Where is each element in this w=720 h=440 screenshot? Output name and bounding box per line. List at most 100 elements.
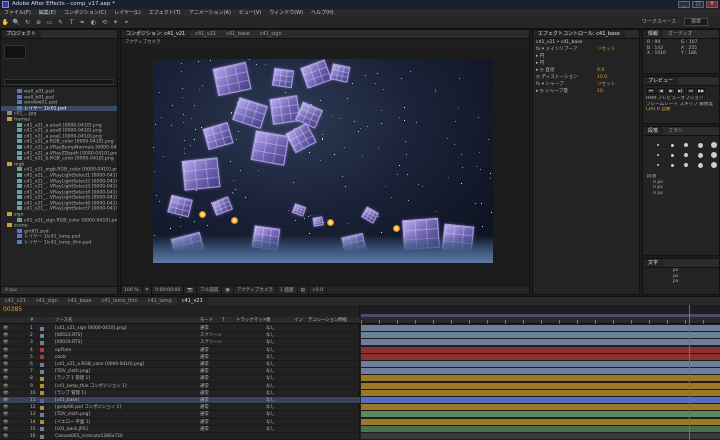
zoom-level-dropdown[interactable]: 100 % bbox=[121, 286, 143, 294]
brush-tip-icon[interactable] bbox=[711, 162, 717, 168]
menu-window[interactable]: ウィンドウ(W) bbox=[265, 10, 307, 16]
layer-name[interactable]: Canvas001_ccrecuto1280x720 bbox=[55, 433, 123, 439]
current-time-display[interactable]: 0:00:00:00 bbox=[152, 286, 185, 294]
clone-stamp-tool-icon[interactable]: ◐ bbox=[89, 18, 98, 27]
layer-parent[interactable]: なし bbox=[266, 411, 275, 417]
layer-mode[interactable]: 通常 bbox=[200, 375, 209, 381]
visibility-eye-icon[interactable]: 👁 bbox=[3, 361, 9, 367]
layer-row[interactable]: 👁 16 Canvas001_ccrecuto1280x720 bbox=[0, 433, 360, 440]
label-color-swatch[interactable] bbox=[40, 340, 44, 345]
effect-property-row[interactable]: fx ▾ シャープ リセット bbox=[533, 81, 639, 88]
layer-row[interactable]: 👁 3 [00029.RTS] スクリーン なし bbox=[0, 339, 360, 347]
visibility-eye-icon[interactable]: 👁 bbox=[3, 347, 9, 353]
project-search-input[interactable] bbox=[4, 79, 114, 85]
layer-name[interactable]: opFlare bbox=[55, 347, 71, 353]
brush-tip-icon[interactable] bbox=[670, 153, 674, 157]
layer-duration-bar[interactable] bbox=[361, 397, 720, 403]
menu-animation[interactable]: アニメーション(A) bbox=[185, 10, 235, 16]
effect-property-row[interactable]: ▸ ◷ 直径 0.0 bbox=[533, 67, 639, 74]
region-of-interest-icon[interactable]: ▣ bbox=[222, 286, 234, 294]
tab-project[interactable]: プロジェクト bbox=[1, 30, 42, 38]
hand-tool-icon[interactable]: ✋ bbox=[1, 18, 10, 27]
layer-mode[interactable]: 通常 bbox=[200, 354, 209, 360]
resolution-dropdown[interactable]: フル画質 bbox=[197, 286, 223, 294]
menu-effect[interactable]: エフェクト(T) bbox=[145, 10, 185, 16]
maximize-button[interactable]: □ bbox=[692, 1, 704, 8]
layer-number[interactable]: 13 bbox=[30, 411, 36, 417]
visibility-eye-icon[interactable]: 👁 bbox=[3, 354, 9, 360]
layer-name[interactable]: [c41_v21_a.RGB_color [0000-0410].png] bbox=[55, 361, 144, 367]
timeline-tab[interactable]: c41_sign bbox=[31, 297, 63, 305]
effect-property-row[interactable]: ◷ ディストーション 10.0 bbox=[533, 74, 639, 81]
layer-duration-bar[interactable] bbox=[361, 411, 720, 418]
tab-comp-c41-base[interactable]: c41_base bbox=[221, 30, 255, 38]
layer-parent[interactable]: なし bbox=[266, 347, 275, 353]
close-button[interactable]: × bbox=[706, 1, 718, 8]
layer-mode[interactable]: 通常 bbox=[200, 361, 209, 367]
camera-view-dropdown[interactable]: アクティブカメラ bbox=[234, 286, 278, 294]
layer-parent[interactable]: なし bbox=[266, 332, 275, 338]
transparency-grid-icon[interactable]: ▤ bbox=[298, 286, 309, 294]
column-source-name[interactable]: ソース名 bbox=[55, 317, 72, 323]
layer-number[interactable]: 12 bbox=[30, 404, 36, 410]
brush-tip-icon[interactable] bbox=[670, 163, 674, 167]
layer-duration-bar[interactable] bbox=[361, 382, 720, 389]
exposure-value[interactable]: +0.0 bbox=[309, 286, 328, 294]
layer-number[interactable]: 16 bbox=[30, 433, 36, 439]
layer-row[interactable]: 👁 6 [c41_v21_a.RGB_color [0000-0410].png] 通… bbox=[0, 361, 360, 369]
label-color-swatch[interactable] bbox=[40, 434, 44, 439]
visibility-eye-icon[interactable]: 👁 bbox=[3, 339, 9, 345]
layer-parent[interactable]: なし bbox=[266, 339, 275, 345]
layer-name[interactable]: [gridp00.psd コンポジション 1] bbox=[55, 404, 121, 410]
project-item[interactable]: レイヤー 1/c41_lamp_thin.psd bbox=[1, 240, 117, 246]
layer-name[interactable]: [TDV_cloth.png] bbox=[55, 368, 90, 374]
layer-duration-bar[interactable] bbox=[361, 339, 720, 346]
layer-parent[interactable]: なし bbox=[266, 419, 275, 425]
layer-parent[interactable]: なし bbox=[266, 325, 275, 331]
tab-comp-c41-v21[interactable]: c41_v21 bbox=[190, 30, 221, 38]
layer-mode[interactable]: 通常 bbox=[200, 397, 209, 403]
tab-preview[interactable]: プレビュー bbox=[643, 77, 679, 85]
label-color-swatch[interactable] bbox=[40, 405, 44, 410]
visibility-eye-icon[interactable]: 👁 bbox=[3, 375, 9, 381]
layer-duration-bar[interactable] bbox=[361, 361, 720, 367]
view-layout-dropdown[interactable]: 1 画面 bbox=[277, 286, 298, 294]
effect-property-row[interactable]: fx ▾ メインリブーア リセット bbox=[533, 46, 639, 53]
visibility-eye-icon[interactable]: 👁 bbox=[3, 404, 9, 410]
label-color-swatch[interactable] bbox=[40, 398, 44, 403]
timeline-tracks[interactable] bbox=[361, 305, 720, 440]
camera-tool-icon[interactable]: ⊕ bbox=[34, 18, 43, 27]
brush-tip-icon[interactable] bbox=[697, 152, 703, 158]
effect-property-row[interactable]: ▸ 円 bbox=[533, 53, 639, 60]
layer-duration-bar[interactable] bbox=[361, 375, 720, 382]
layer-name[interactable]: cools bbox=[55, 354, 66, 360]
label-color-swatch[interactable] bbox=[40, 376, 44, 381]
layer-mode[interactable]: 通常 bbox=[200, 411, 209, 417]
layer-parent[interactable]: なし bbox=[266, 375, 275, 381]
layer-row[interactable]: 👁 10 [ランプ 管理 1] 通常 なし bbox=[0, 390, 360, 397]
tab-effect-controls[interactable]: エフェクトコントロール: c41_base bbox=[533, 30, 625, 38]
layer-mode[interactable]: 通常 bbox=[200, 347, 209, 353]
visibility-eye-icon[interactable]: 👁 bbox=[3, 411, 9, 417]
layer-mode[interactable]: スクリーン bbox=[200, 332, 222, 338]
layer-parent[interactable]: なし bbox=[266, 368, 275, 374]
brush-tip-icon[interactable] bbox=[670, 143, 674, 147]
layer-duration-bar[interactable] bbox=[361, 418, 720, 425]
layer-number[interactable]: 10 bbox=[30, 390, 36, 396]
preview-settings-values[interactable]: (30) 0 自動 bbox=[643, 107, 719, 113]
layer-parent[interactable]: なし bbox=[266, 383, 275, 389]
visibility-eye-icon[interactable]: 👁 bbox=[3, 433, 9, 439]
layer-row[interactable]: 👁 12 [gridp00.psd コンポジション 1] 通常 なし bbox=[0, 404, 360, 412]
ram-preview-button[interactable]: ▶▶ bbox=[697, 88, 705, 94]
snapshot-camera-icon[interactable]: 📷 bbox=[184, 286, 198, 294]
layer-mode[interactable]: スクリーン bbox=[200, 339, 222, 345]
label-color-swatch[interactable] bbox=[40, 391, 44, 396]
layer-name[interactable]: [c41_v21_sign [0000-0410].png] bbox=[55, 325, 127, 331]
visibility-eye-icon[interactable]: 👁 bbox=[3, 383, 9, 389]
layer-duration-bar[interactable] bbox=[361, 404, 720, 411]
brush-tip-icon[interactable] bbox=[684, 153, 688, 157]
next-frame-button[interactable]: ▶▏ bbox=[677, 88, 685, 94]
visibility-eye-icon[interactable]: 👁 bbox=[3, 368, 9, 374]
layer-row[interactable]: 👁 5 cools 通常 なし bbox=[0, 354, 360, 361]
rectangle-tool-icon[interactable]: ▭ bbox=[45, 18, 54, 27]
